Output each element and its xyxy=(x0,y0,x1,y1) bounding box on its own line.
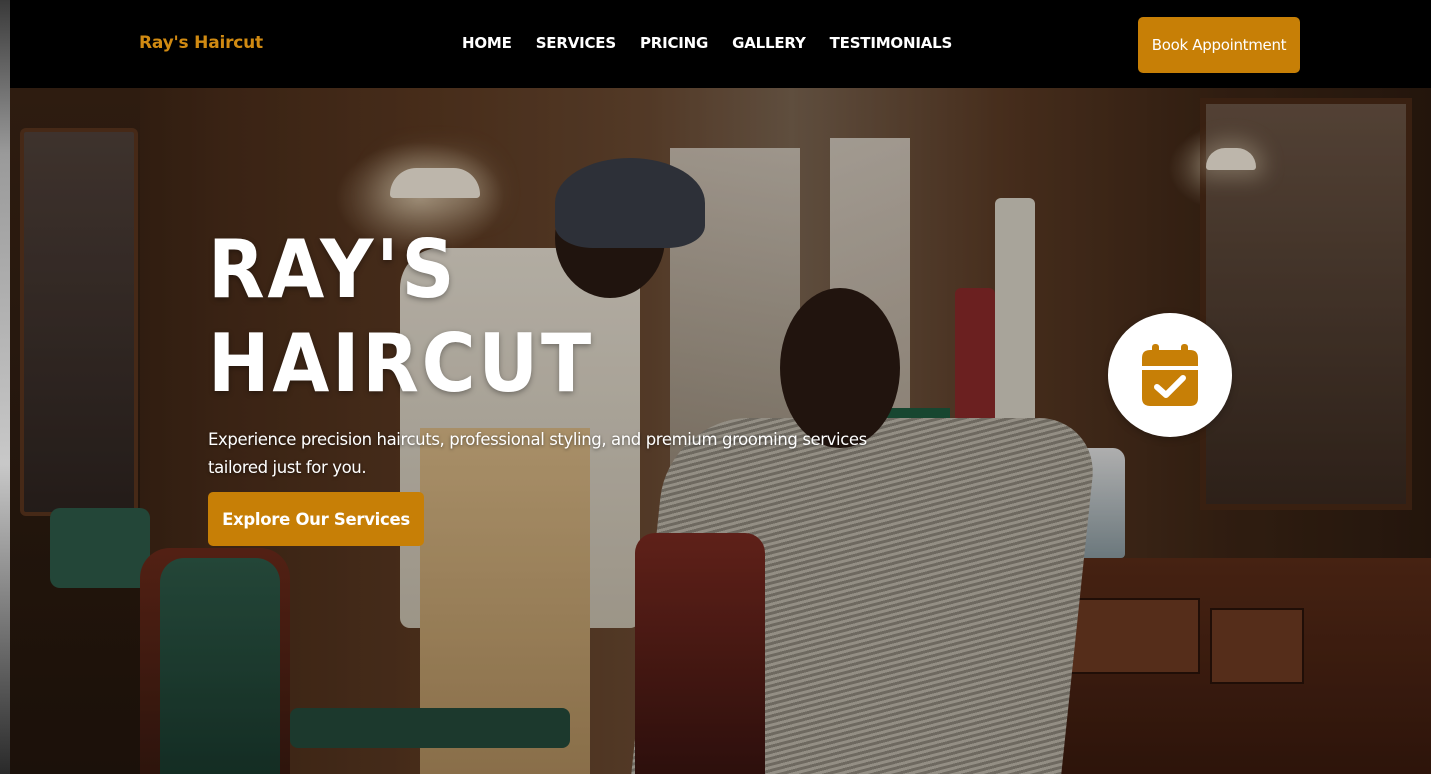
nav-link-pricing[interactable]: PRICING xyxy=(640,34,708,52)
hero-title: RAY'S HAIRCUT xyxy=(208,223,594,411)
hero-section: RAY'S HAIRCUT Experience precision hairc… xyxy=(10,88,1431,774)
nav-link-testimonials[interactable]: TESTIMONIALS xyxy=(830,34,953,52)
hero-title-line-1: RAY'S xyxy=(208,223,458,316)
book-appointment-button[interactable]: Book Appointment xyxy=(1138,17,1300,73)
page: Ray's Haircut HOME SERVICES PRICING GALL… xyxy=(10,0,1431,774)
nav-link-home[interactable]: HOME xyxy=(462,34,512,52)
calendar-check-icon xyxy=(1142,344,1198,406)
nav-link-gallery[interactable]: GALLERY xyxy=(732,34,806,52)
hero-title-line-2: HAIRCUT xyxy=(208,317,594,410)
nav-link-services[interactable]: SERVICES xyxy=(536,34,616,52)
calendar-floating-button[interactable] xyxy=(1108,313,1232,437)
navbar: Ray's Haircut HOME SERVICES PRICING GALL… xyxy=(10,0,1431,88)
main-nav: HOME SERVICES PRICING GALLERY TESTIMONIA… xyxy=(462,34,952,52)
hero-subtitle: Experience precision haircuts, professio… xyxy=(208,430,867,477)
explore-services-button[interactable]: Explore Our Services xyxy=(208,492,424,546)
browser-edge xyxy=(0,0,10,774)
brand-logo-link[interactable]: Ray's Haircut xyxy=(139,33,263,53)
